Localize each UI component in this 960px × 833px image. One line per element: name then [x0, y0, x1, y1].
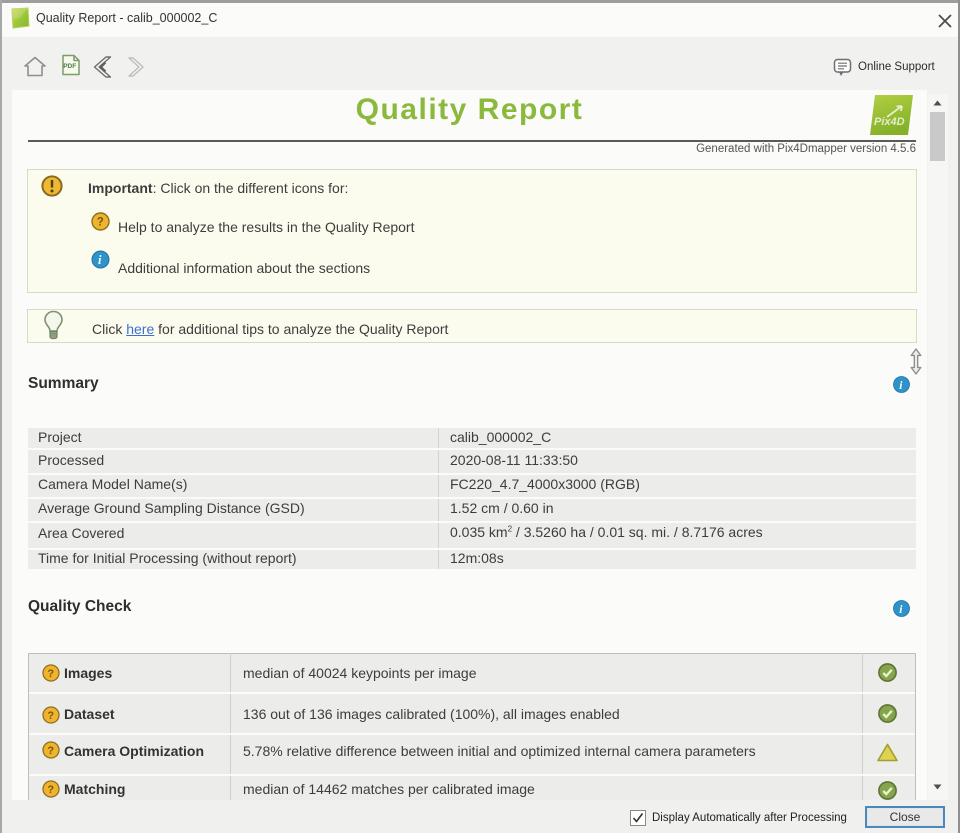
svg-text:PDF: PDF	[63, 63, 76, 70]
svg-text:?: ?	[47, 745, 54, 757]
svg-text:Pix4D: Pix4D	[874, 116, 905, 128]
svg-text:?: ?	[47, 710, 54, 722]
svg-text:i: i	[98, 253, 102, 267]
svg-text:?: ?	[47, 668, 54, 680]
svg-text:?: ?	[97, 217, 104, 229]
svg-text:?: ?	[47, 784, 54, 796]
